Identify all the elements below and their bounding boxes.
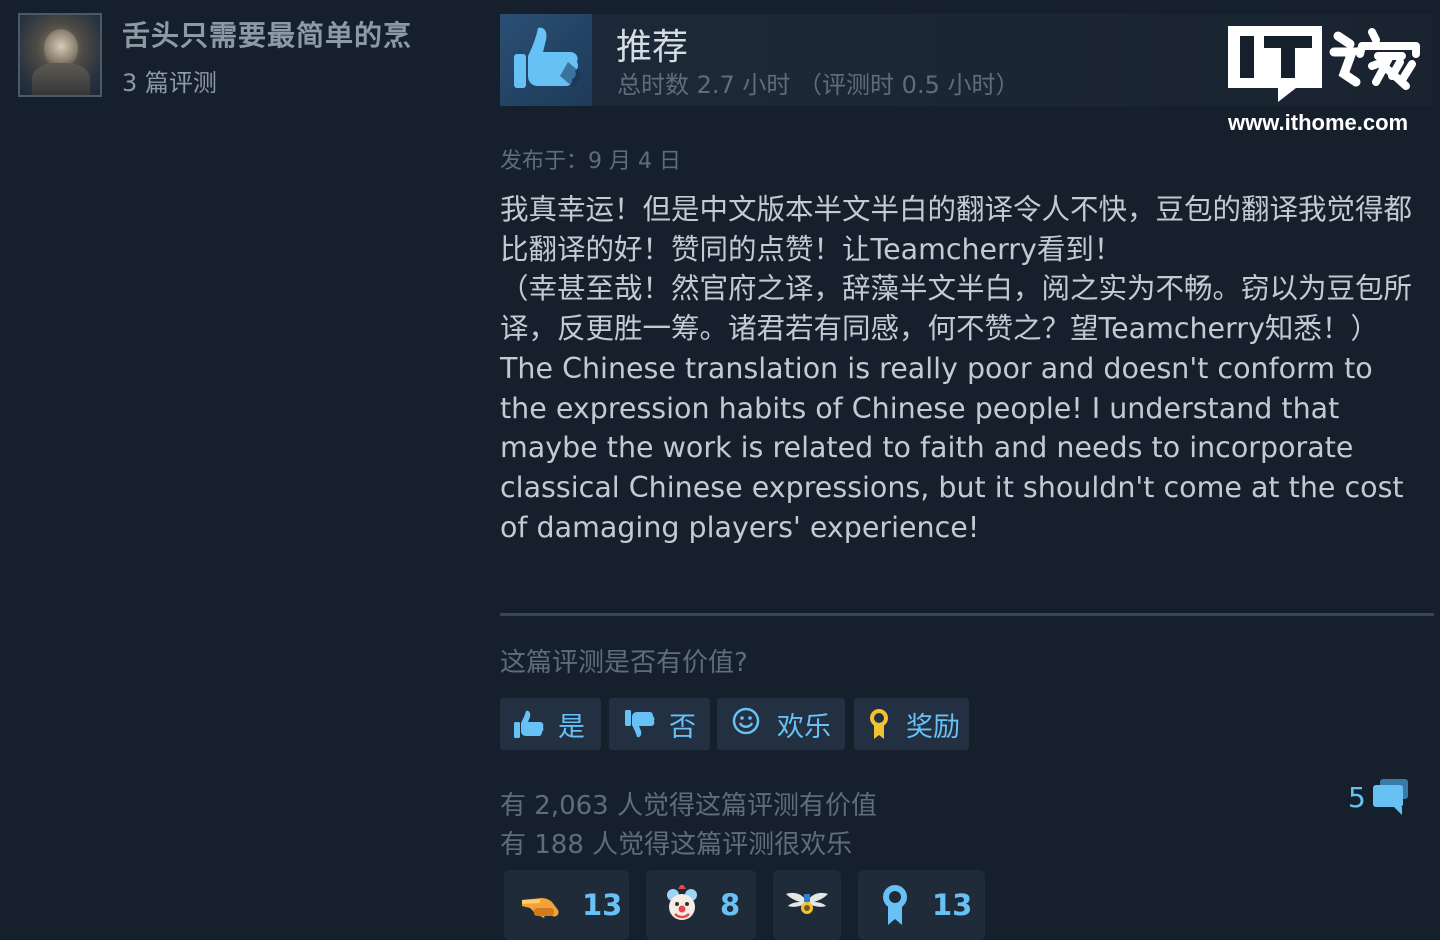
- vote-yes-button[interactable]: 是: [500, 698, 601, 750]
- author-avatar[interactable]: [18, 13, 102, 97]
- review-paragraph: The Chinese translation is really poor a…: [500, 351, 1404, 544]
- ribbon-medal-icon: [883, 885, 907, 925]
- smiley-icon: [732, 707, 760, 735]
- award-ribbon-medal[interactable]: 13: [858, 870, 985, 940]
- recommendation-label: 推荐: [616, 27, 689, 68]
- author-name[interactable]: 舌头只需要最简单的烹: [122, 14, 412, 54]
- review-paragraph: （幸甚至哉！然官府之译，辞藻半文半白，阅之实为不畅。窃以为豆包所译，反更胜一筹。…: [500, 272, 1413, 346]
- award-label: 奖励: [906, 711, 960, 743]
- award-winged-medal[interactable]: [773, 870, 841, 940]
- vote-no-label: 否: [669, 711, 696, 743]
- playtime: 总时数 2.7 小时 （评测时 0.5 小时）: [617, 71, 1020, 99]
- helpful-count: 有 2,063 人觉得这篇评测有价值: [500, 791, 877, 821]
- helpful-question: 这篇评测是否有价值?: [500, 648, 748, 678]
- thumbs-up-icon: [514, 710, 544, 738]
- divider: [500, 613, 1434, 616]
- award-count: 13: [582, 888, 623, 922]
- posted-date: 发布于：9 月 4 日: [500, 149, 681, 174]
- comments-link[interactable]: 5: [1348, 777, 1410, 817]
- award-ribbon-icon: [870, 709, 888, 739]
- thumbs-down-icon: [625, 710, 655, 738]
- thumbs-up-icon: [500, 14, 592, 106]
- award-count: 13: [932, 888, 973, 922]
- award-button[interactable]: 奖励: [854, 698, 969, 750]
- author-review-count[interactable]: 3 篇评测: [122, 63, 217, 98]
- vote-funny-label: 欢乐: [777, 711, 831, 743]
- vote-yes-label: 是: [558, 711, 585, 743]
- vote-no-button[interactable]: 否: [609, 698, 710, 750]
- award-clown[interactable]: 8: [646, 870, 756, 940]
- comment-count: 5: [1348, 780, 1366, 814]
- ithome-url: www.ithome.com: [1228, 110, 1409, 135]
- vote-funny-button[interactable]: 欢乐: [717, 698, 845, 750]
- award-count: 8: [720, 888, 741, 922]
- clown-face-icon: [667, 885, 697, 920]
- pointing-hand-icon: [522, 898, 559, 918]
- winged-medal-icon: [786, 892, 828, 914]
- comment-bubble-icon: [1372, 779, 1408, 815]
- review-paragraph: 我真幸运！但是中文版本半文半白的翻译令人不快，豆包的翻译我觉得都比翻译的好！赞同…: [500, 193, 1413, 266]
- review-page: 舌头只需要最简单的烹 3 篇评测 推荐 总时数 2.7 小时 （评测时 0.5 …: [0, 0, 1440, 940]
- award-pointing-hand[interactable]: 13: [504, 870, 629, 940]
- funny-count: 有 188 人觉得这篇评测很欢乐: [500, 830, 853, 860]
- ithome-logo: [1228, 26, 1420, 102]
- review-content: 我真幸运！但是中文版本半文半白的翻译令人不快，豆包的翻译我觉得都比翻译的好！赞同…: [500, 190, 1420, 547]
